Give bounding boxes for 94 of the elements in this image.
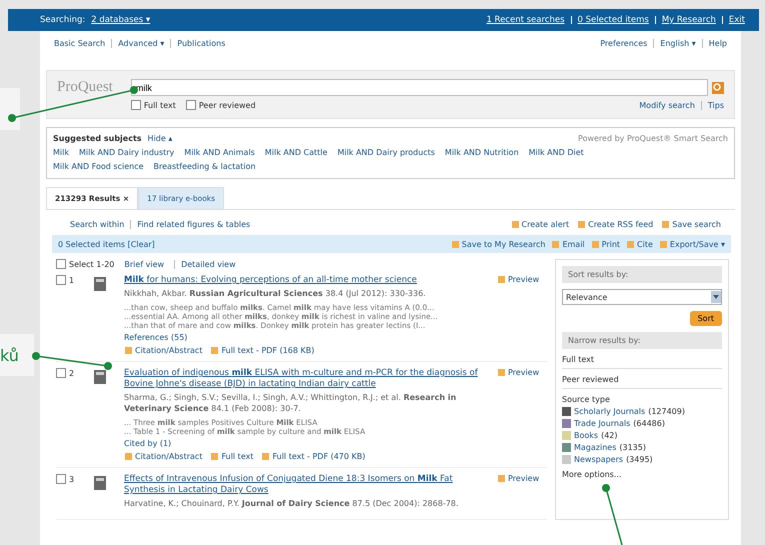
search-link[interactable]: Tips [700,100,724,110]
source-link[interactable]: Magazines [574,443,616,452]
journal-icon [92,368,108,386]
extra-link[interactable]: Cited by (1) [124,439,489,448]
databases-link[interactable]: 2 databases ▾ [91,15,150,25]
preview-link[interactable]: Preview [508,275,540,284]
checkbox[interactable] [56,275,66,285]
source-link[interactable]: Books [574,431,598,440]
more-options-link[interactable]: More options... [562,470,722,479]
toolbar-link[interactable]: Print [602,240,620,248]
source-count: (64486) [633,419,665,428]
result-meta: Nikkhah, Akbar. Russian Agricultural Sciences 38.4 (Jul 2012): 330-336. [124,288,427,299]
source-count: (3495) [626,455,653,464]
subject-link[interactable]: Milk AND Nutrition [444,146,519,160]
sort-button[interactable]: Sort [690,311,722,326]
section-title: Suggested subjects [53,133,142,145]
checkbox[interactable] [130,100,141,110]
top-link[interactable]: 0 Selected items [578,15,649,25]
nav-link[interactable]: Publications [170,39,226,48]
subject-link[interactable]: Milk AND Diet [528,146,584,160]
action-link[interactable]: Find related figures & tables [130,220,250,229]
hide-link[interactable]: Hide ▴ [148,132,172,146]
subject-link[interactable]: Milk AND Food science [53,160,144,174]
extra-link[interactable]: References (55) [124,333,489,342]
filter-link[interactable]: Full text [562,355,722,369]
checkbox[interactable] [56,368,66,378]
source-type-heading: Source type [562,395,611,404]
narrow-heading: Narrow results by: [562,332,722,349]
nav-link[interactable]: Preferences [600,39,648,48]
callout-label: ků [0,334,34,376]
checkbox[interactable] [186,100,196,110]
result-link[interactable]: Full text [221,452,254,461]
result-number: 1 [69,276,74,284]
nav-link[interactable]: Help [702,39,727,48]
nav-link[interactable]: Advanced ▾ [111,39,164,48]
source-count: (42) [601,431,618,440]
view-link[interactable]: Detailed view [174,260,236,268]
preview-link[interactable]: Preview [508,368,540,377]
checkbox-label: Full text [144,100,176,110]
logo: ProQuest [57,79,113,97]
action-link[interactable]: Search within [70,220,124,229]
subject-link[interactable]: Milk AND Animals [184,146,255,160]
subject-link[interactable]: Milk AND Dairy industry [78,146,174,160]
preview-link[interactable]: Preview [508,474,540,483]
result-title-link[interactable]: Evaluation of indigenous milk ELISA with m-culture and m-PCR for the diagnosis of Bovine Johne's disease (BJD) in lactating Indian dairy cattle [124,368,489,390]
subject-link[interactable]: Milk AND Dairy products [337,146,435,160]
view-link[interactable]: Brief view [124,260,164,268]
nav-link[interactable]: Basic Search [54,39,106,48]
leader-line [602,484,623,545]
result-meta: Harvatine, K.; Chouinard, P.Y. Journal of Dairy Science 87.5 (Dec 2004): 2868-78. [124,498,460,509]
action-link[interactable]: Save search [672,220,721,229]
caret-icon [711,291,721,303]
sort-heading: Sort results by: [562,266,722,283]
top-link[interactable]: 1 Recent searches [486,15,565,25]
source-link[interactable]: Scholarly Journals [574,407,646,416]
filter-link[interactable]: Peer reviewed [562,375,722,389]
toolbar-link[interactable]: Export/Save ▾ [670,240,725,248]
selected-items-text: 0 Selected items [Clear] [58,240,155,248]
search-link[interactable]: Modify search [639,100,695,110]
result-title-link[interactable]: Effects of Intravenous Infusion of Conjugated Diene 18:3 Isomers on Milk Fat Synthesis in Lactating Dairy Cows [124,474,489,496]
action-link[interactable]: Create alert [522,220,570,229]
result-title-link[interactable]: Milk for humans: Evolving perceptions of an all-time mother science [124,275,489,286]
source-count: (3135) [619,443,646,452]
subject-link[interactable]: Milk AND Cattle [264,146,328,160]
checkbox[interactable] [56,259,66,269]
subject-link[interactable]: Breastfeeding & lactation [154,160,256,174]
sort-select[interactable]: Relevance [562,289,722,305]
source-count: (127409) [648,407,685,416]
toolbar-link[interactable]: Cite [637,240,653,248]
result-number: 2 [69,368,74,378]
callout-box [0,88,20,130]
toolbar-link[interactable]: Email [562,240,585,248]
checkbox[interactable] [56,474,66,484]
top-link[interactable]: My Research [662,15,716,25]
result-link[interactable]: Full text - PDF (168 KB) [221,346,314,355]
journal-icon [92,275,108,293]
nav-link[interactable]: English ▾ [653,39,696,48]
subject-link[interactable]: Milk [53,146,69,160]
result-number: 3 [69,474,74,484]
top-link[interactable]: Exit [728,15,745,25]
search-icon[interactable] [712,82,724,94]
checkbox-label: Peer reviewed [198,100,256,110]
searching-label: Searching: [40,15,86,25]
action-link[interactable]: Create RSS feed [588,220,654,229]
result-link[interactable]: Citation/Abstract [135,452,202,461]
result-meta: Sharma, G.; Singh, S.V.; Sevilla, I.; Singh, A.V.; Whittington, R.J.; et al. Research in Veterinary Science 84.1 (Feb 2008): 30-7. [124,392,458,414]
source-link[interactable]: Trade Journals [574,419,630,428]
source-link[interactable]: Newspapers [574,455,624,464]
powered-by-text: Powered by ProQuest® Smart Search [578,133,728,145]
result-link[interactable]: Citation/Abstract [135,346,202,355]
toolbar-link[interactable]: Save to My Research [462,240,546,248]
result-link[interactable]: Full text - PDF (470 KB) [272,452,366,461]
journal-icon [92,474,108,492]
select-label: Select 1-20 [69,260,114,268]
